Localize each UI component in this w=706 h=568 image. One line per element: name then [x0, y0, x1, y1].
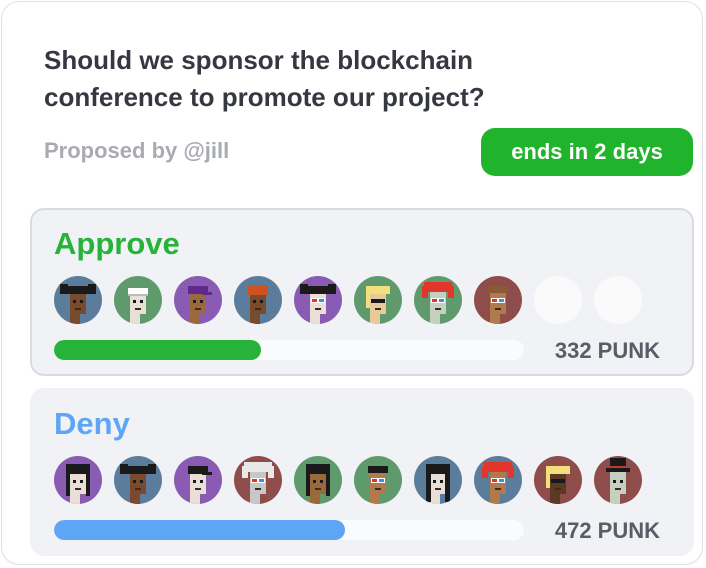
- voter-avatar[interactable]: [354, 276, 402, 324]
- progress-fill: [54, 520, 346, 540]
- ends-badge: ends in 2 days: [481, 128, 693, 176]
- progress-track: [54, 520, 524, 540]
- empty-avatar-slot: [594, 276, 642, 324]
- voter-avatar[interactable]: [234, 276, 282, 324]
- voter-avatar[interactable]: [474, 456, 522, 504]
- voter-avatar[interactable]: [534, 456, 582, 504]
- voter-avatar[interactable]: [294, 456, 342, 504]
- voter-avatar[interactable]: [234, 456, 282, 504]
- option-approve[interactable]: Approve 332 PUNK: [30, 208, 694, 376]
- vote-total: 472 PUNK: [554, 518, 660, 543]
- voter-avatars: [54, 456, 642, 504]
- voter-avatar[interactable]: [594, 456, 642, 504]
- proposer-text: Proposed by @jill: [44, 138, 230, 163]
- voter-avatar[interactable]: [414, 456, 462, 504]
- proposal-question: Should we sponsor the blockchain confere…: [44, 45, 485, 112]
- voter-avatar[interactable]: [54, 276, 102, 324]
- vote-total: 332 PUNK: [554, 338, 660, 363]
- voter-avatar[interactable]: [474, 276, 522, 324]
- option-deny[interactable]: Deny 472 PUNK: [30, 388, 694, 556]
- voter-avatar[interactable]: [414, 276, 462, 324]
- option-label: Approve: [54, 226, 180, 261]
- voter-avatar[interactable]: [114, 276, 162, 324]
- option-label: Deny: [54, 406, 130, 441]
- voter-avatar[interactable]: [294, 276, 342, 324]
- proposal-card: Should we sponsor the blockchain confere…: [1, 1, 703, 565]
- voter-avatar[interactable]: [54, 456, 102, 504]
- voter-avatar[interactable]: [114, 456, 162, 504]
- empty-avatar-slot: [534, 276, 582, 324]
- voter-avatars: [54, 276, 642, 324]
- progress-track: [54, 340, 524, 360]
- voter-avatar[interactable]: [174, 456, 222, 504]
- voter-avatar[interactable]: [354, 456, 402, 504]
- voter-avatar[interactable]: [174, 276, 222, 324]
- progress-fill: [54, 340, 261, 360]
